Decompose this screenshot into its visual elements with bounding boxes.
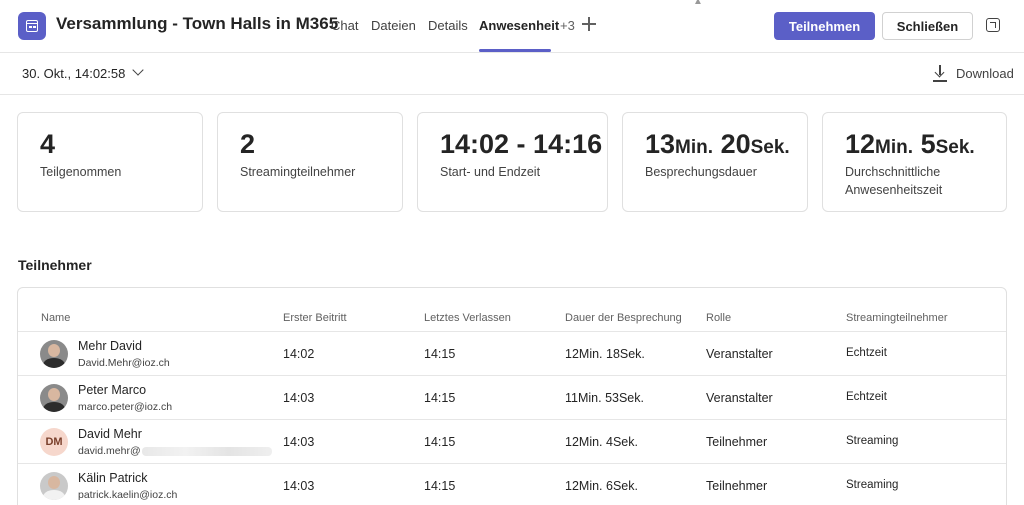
- tab-details[interactable]: Details: [428, 18, 468, 33]
- section-title: Teilnehmer: [18, 257, 92, 273]
- stat-label: Teilgenommen: [40, 165, 122, 179]
- tab-dateien[interactable]: Dateien: [371, 18, 416, 33]
- close-button[interactable]: Schließen: [882, 12, 973, 40]
- role: Veranstalter: [706, 347, 773, 361]
- date-select[interactable]: 30. Okt., 14:02:58: [22, 66, 125, 81]
- first-join: 14:03: [283, 435, 315, 449]
- duration: 12Min. 6Sek.: [565, 479, 638, 493]
- first-join: 14:03: [283, 479, 315, 493]
- tab-chat[interactable]: Chat: [331, 18, 358, 33]
- duration: 12Min. 4Sek.: [565, 435, 638, 449]
- stat-value: 2: [240, 129, 256, 159]
- table-row[interactable]: Mehr David David.Mehr@ioz.ch 14:02 14:15…: [18, 331, 1006, 375]
- more-tabs-button[interactable]: +3: [560, 18, 575, 33]
- chevron-down-icon[interactable]: [132, 64, 144, 76]
- last-leave: 14:15: [424, 391, 456, 405]
- participant-email: David.Mehr@ioz.ch: [78, 357, 170, 369]
- streaming-type: Streaming: [846, 479, 899, 491]
- table-row[interactable]: DM David Mehr david.mehr@ 14:03 14:15 12…: [18, 419, 1006, 463]
- stat-card-duration: 13Min. 20Sek. Besprechungsdauer: [622, 112, 808, 212]
- stat-value: 13Min. 20Sek.: [645, 129, 790, 159]
- active-tab-indicator: [479, 49, 551, 52]
- column-header-role[interactable]: Rolle: [706, 312, 731, 324]
- tab-anwesenheit[interactable]: Anwesenheit: [479, 18, 559, 33]
- table-row[interactable]: Kälin Patrick patrick.kaelin@ioz.ch 14:0…: [18, 463, 1006, 505]
- stat-card-attended: 4 Teilgenommen: [17, 112, 203, 212]
- first-join: 14:02: [283, 347, 315, 361]
- app-header: Versammlung - Town Halls in M365 Chat Da…: [0, 0, 1024, 53]
- participant-email: marco.peter@ioz.ch: [78, 401, 173, 413]
- column-header-name[interactable]: Name: [41, 312, 70, 324]
- stat-value: 14:02 - 14:16: [440, 129, 603, 159]
- page-title: Versammlung - Town Halls in M365: [56, 14, 339, 33]
- stat-card-streaming: 2 Streamingteilnehmer: [217, 112, 403, 212]
- role: Teilnehmer: [706, 435, 768, 449]
- streaming-type: Echtzeit: [846, 391, 887, 403]
- toolbar: 30. Okt., 14:02:58 Download: [0, 53, 1024, 95]
- participant-name: David Mehr: [78, 427, 142, 441]
- stat-label: Besprechungsdauer: [645, 165, 757, 179]
- stat-label: Streamingteilnehmer: [240, 165, 356, 179]
- last-leave: 14:15: [424, 347, 456, 361]
- stat-value: 4: [40, 129, 56, 159]
- download-icon-base: [933, 80, 947, 82]
- last-leave: 14:15: [424, 479, 456, 493]
- last-leave: 14:15: [424, 435, 456, 449]
- add-tab-icon[interactable]: [582, 17, 596, 31]
- cursor-icon: ▲: [693, 0, 703, 4]
- avatar: [40, 340, 68, 368]
- participant-email: david.mehr@: [78, 445, 272, 457]
- column-header-last-leave[interactable]: Letztes Verlassen: [424, 312, 511, 324]
- download-icon[interactable]: [934, 65, 946, 80]
- download-button[interactable]: Download: [956, 66, 1014, 81]
- role: Veranstalter: [706, 391, 773, 405]
- column-header-streaming[interactable]: Streamingteilnehmer: [846, 312, 948, 324]
- column-header-first-join[interactable]: Erster Beitritt: [283, 312, 347, 324]
- avatar: [40, 384, 68, 412]
- participant-name: Peter Marco: [78, 383, 147, 397]
- stat-label: Start- und Endzeit: [440, 165, 541, 179]
- join-button[interactable]: Teilnehmen: [774, 12, 875, 40]
- duration: 12Min. 18Sek.: [565, 347, 645, 361]
- stat-value: 12Min. 5Sek.: [845, 129, 975, 159]
- participant-name: Kälin Patrick: [78, 471, 148, 485]
- streaming-type: Streaming: [846, 435, 899, 447]
- role: Teilnehmer: [706, 479, 768, 493]
- stat-card-start-end: 14:02 - 14:16 Start- und Endzeit: [417, 112, 608, 212]
- avatar: [40, 472, 68, 500]
- participant-name: Mehr David: [78, 339, 142, 353]
- participant-email: patrick.kaelin@ioz.ch: [78, 489, 178, 501]
- stat-label: Durchschnittliche Anwesenheitszeit: [845, 165, 943, 197]
- stat-card-average: 12Min. 5Sek. Durchschnittliche Anwesenhei…: [822, 112, 1007, 212]
- participants-table: Name Erster Beitritt Letztes Verlassen D…: [17, 287, 1007, 505]
- duration: 11Min. 53Sek.: [565, 391, 644, 405]
- column-header-duration[interactable]: Dauer der Besprechung: [565, 312, 682, 324]
- first-join: 14:03: [283, 391, 315, 405]
- table-row[interactable]: Peter Marco marco.peter@ioz.ch 14:03 14:…: [18, 375, 1006, 419]
- redacted-email: [141, 446, 272, 456]
- avatar: DM: [40, 428, 68, 456]
- popout-icon[interactable]: [986, 18, 1000, 32]
- calendar-icon: [18, 12, 46, 40]
- streaming-type: Echtzeit: [846, 347, 887, 359]
